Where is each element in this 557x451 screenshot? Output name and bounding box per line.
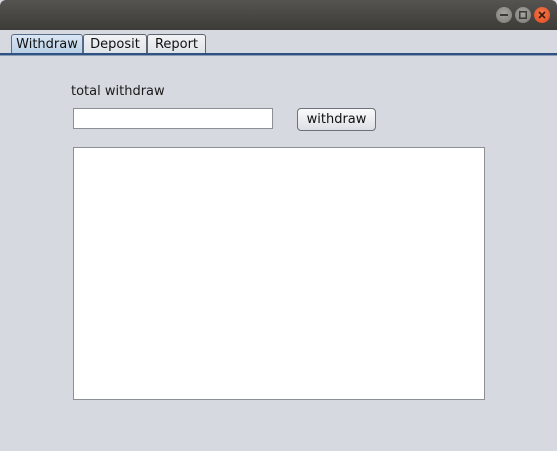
total-withdraw-label: total withdraw	[71, 84, 165, 99]
close-icon[interactable]	[534, 7, 550, 23]
withdraw-button[interactable]: withdraw	[297, 108, 376, 131]
withdraw-amount-input[interactable]	[73, 108, 273, 129]
minimize-icon[interactable]	[496, 7, 512, 23]
tab-deposit[interactable]: Deposit	[83, 34, 147, 54]
title-bar[interactable]	[0, 0, 557, 30]
tab-withdraw[interactable]: Withdraw	[11, 34, 83, 54]
app-window: Withdraw Deposit Report total withdraw w…	[0, 0, 557, 451]
tab-divider-shadow	[0, 55, 557, 56]
tab-report[interactable]: Report	[147, 34, 206, 54]
maximize-icon[interactable]	[515, 7, 531, 23]
withdraw-output-area[interactable]	[73, 147, 485, 400]
